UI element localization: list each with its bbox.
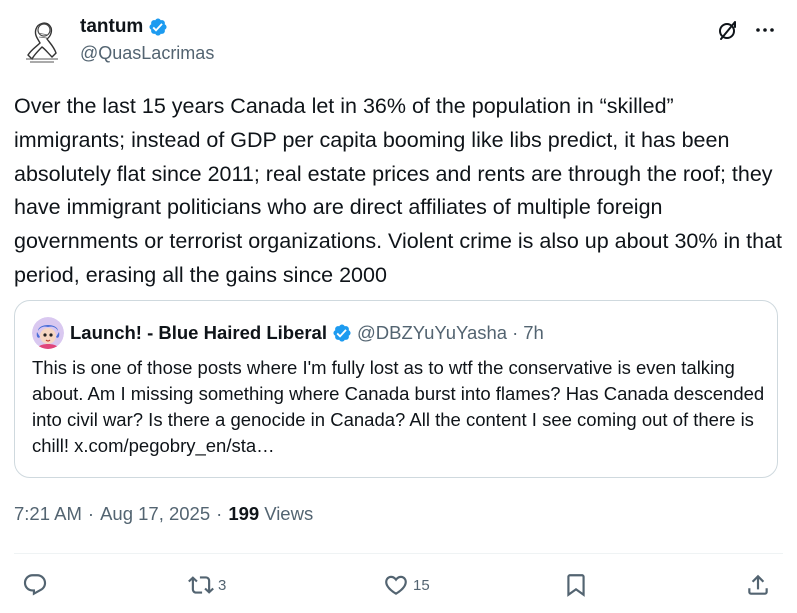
quoted-author-name: Launch! - Blue Haired Liberal	[70, 322, 327, 343]
tweet-text: Over the last 15 years Canada let in 36%…	[14, 94, 789, 287]
divider	[14, 553, 783, 554]
reply-icon	[23, 574, 47, 596]
quoted-tweet-text: This is one of those posts where I'm ful…	[32, 357, 765, 456]
quoted-tweet-time: 7h	[523, 322, 544, 343]
quoted-tweet[interactable]: Launch! - Blue Haired Liberal @DBZYuYuYa…	[14, 300, 778, 478]
retweet-button[interactable]: 3	[188, 568, 226, 602]
separator-dot: ·	[87, 503, 95, 524]
quoted-author-handle: @DBZYuYuYasha	[357, 322, 508, 343]
retweet-icon	[188, 576, 214, 594]
retweet-count: 3	[218, 576, 227, 594]
tweet-date[interactable]: Aug 17, 2025	[100, 503, 210, 525]
separator-dot: ·	[512, 322, 519, 343]
reply-button[interactable]	[22, 568, 48, 602]
more-icon[interactable]	[752, 17, 778, 43]
quoted-author-avatar[interactable]	[32, 317, 64, 349]
tweet-time[interactable]: 7:21 AM	[14, 503, 82, 525]
share-icon	[748, 574, 768, 595]
author-name[interactable]: tantum	[80, 16, 143, 38]
author-info: tantum @QuasLacrimas	[80, 14, 214, 64]
like-count: 15	[413, 576, 430, 594]
bookmark-icon	[567, 574, 585, 597]
separator-dot: ·	[216, 503, 223, 524]
views-count: 199	[228, 503, 260, 524]
quoted-tweet-header: Launch! - Blue Haired Liberal @DBZYuYuYa…	[32, 317, 544, 349]
like-icon	[385, 575, 407, 595]
author-handle[interactable]: @QuasLacrimas	[80, 43, 214, 64]
views-label: Views	[264, 503, 314, 524]
tweet-meta: 7:21 AM · Aug 17, 2025 · 199 Views	[14, 503, 313, 525]
verified-badge-icon[interactable]	[148, 17, 168, 37]
bookmark-button[interactable]	[563, 568, 589, 602]
author-avatar[interactable]	[14, 13, 68, 67]
share-button[interactable]	[745, 568, 771, 602]
grok-icon[interactable]	[715, 17, 741, 43]
verified-badge-icon	[332, 323, 352, 343]
like-button[interactable]: 15	[383, 568, 430, 602]
